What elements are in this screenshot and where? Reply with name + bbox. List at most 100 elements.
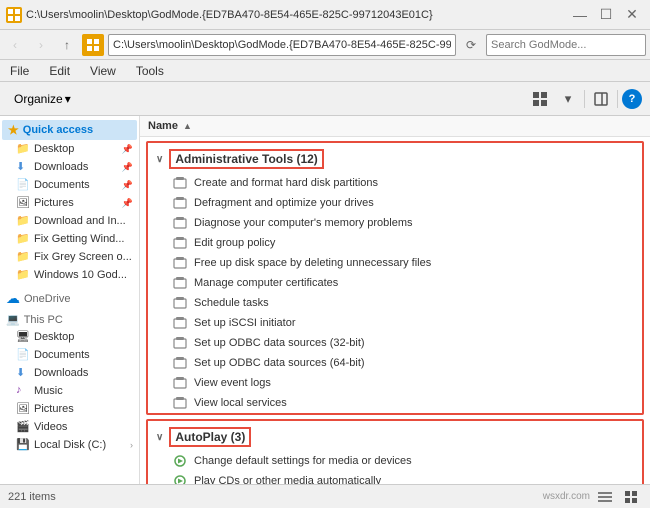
autoplay-icon-1 <box>172 453 188 469</box>
sidebar-item-pictures[interactable]: 🖼 Pictures 📌 <box>0 194 139 212</box>
admin-tools-section: ∨ Administrative Tools (12) Create and f… <box>140 141 650 415</box>
autoplay-header[interactable]: ∨ AutoPlay (3) <box>148 421 642 451</box>
sidebar-item-localdisk[interactable]: 💾 Local Disk (C:) › <box>0 436 139 454</box>
list-item[interactable]: View local services <box>148 393 642 413</box>
sidebar-item-label: Videos <box>34 421 133 433</box>
sort-arrow: ▲ <box>183 121 192 131</box>
quick-access-header[interactable]: ★ Quick access <box>2 120 137 140</box>
list-view-button[interactable] <box>594 488 616 506</box>
help-button[interactable]: ? <box>622 89 642 109</box>
menu-file[interactable]: File <box>6 62 33 80</box>
thispc-header[interactable]: 💻 This PC <box>0 309 139 328</box>
menu-edit[interactable]: Edit <box>45 62 74 80</box>
sidebar-item-fix-grey[interactable]: 📁 Fix Grey Screen o... <box>0 248 139 266</box>
doc-icon-2: 📄 <box>16 348 30 362</box>
pc-icon: 💻 <box>6 313 20 326</box>
list-item[interactable]: Set up ODBC data sources (32-bit) <box>148 333 642 353</box>
organize-label: Organize <box>14 92 63 106</box>
list-item[interactable]: Diagnose your computer's memory problems <box>148 213 642 233</box>
sidebar: ★ Quick access 📁 Desktop 📌 ⬇ Downloads 📌… <box>0 116 140 484</box>
folder-icon-2: 📁 <box>16 214 30 228</box>
desktop-icon: 🖥 <box>16 330 30 344</box>
minimize-button[interactable]: — <box>568 3 592 27</box>
sidebar-item-label: Downloads <box>34 367 133 379</box>
sidebar-item-documents[interactable]: 📄 Documents 📌 <box>0 176 139 194</box>
search-input[interactable] <box>486 34 646 56</box>
list-item[interactable]: Create and format hard disk partitions <box>148 173 642 193</box>
column-name-label: Name <box>148 120 178 132</box>
status-bar: 221 items wsxdr.com <box>0 484 650 508</box>
list-item[interactable]: Set up ODBC data sources (64-bit) <box>148 353 642 373</box>
image-icon-2: 🖼 <box>16 402 30 416</box>
tool-icon-11 <box>172 375 188 391</box>
list-item[interactable]: Set up iSCSI initiator <box>148 313 642 333</box>
music-icon: ♪ <box>16 384 30 398</box>
admin-tools-outline: ∨ Administrative Tools (12) Create and f… <box>146 141 644 415</box>
back-button[interactable]: ‹ <box>4 34 26 56</box>
tool-icon-3 <box>172 215 188 231</box>
list-item[interactable]: Free up disk space by deleting unnecessa… <box>148 253 642 273</box>
sidebar-item-pc-desktop[interactable]: 🖥 Desktop <box>0 328 139 346</box>
list-item[interactable]: View event logs <box>148 373 642 393</box>
folder-icon-5: 📁 <box>16 268 30 282</box>
file-name: Change default settings for media or dev… <box>194 455 634 467</box>
chevron-down-icon: ∨ <box>156 154 163 165</box>
up-button[interactable]: ↑ <box>56 34 78 56</box>
menu-view[interactable]: View <box>86 62 120 80</box>
expand-icon: › <box>130 440 133 450</box>
preview-pane-button[interactable] <box>589 87 613 111</box>
thispc-label: This PC <box>24 314 63 326</box>
sidebar-item-label: Windows 10 God... <box>34 269 133 281</box>
sidebar-item-desktop[interactable]: 📁 Desktop 📌 <box>0 140 139 158</box>
app-icon <box>6 7 22 23</box>
close-button[interactable]: ✕ <box>620 3 644 27</box>
onedrive-header[interactable]: ☁ OneDrive <box>0 286 139 309</box>
change-view-button[interactable] <box>528 87 552 111</box>
view-chevron-button[interactable]: ▾ <box>556 87 580 111</box>
sidebar-item-pc-music[interactable]: ♪ Music <box>0 382 139 400</box>
sidebar-item-pc-downloads[interactable]: ⬇ Downloads <box>0 364 139 382</box>
pin-icon-2: 📌 <box>122 162 133 173</box>
sidebar-item-win10god[interactable]: 📁 Windows 10 God... <box>0 266 139 284</box>
tiles-view-button[interactable] <box>620 488 642 506</box>
chevron-down-icon-2: ∨ <box>156 432 163 443</box>
forward-button[interactable]: › <box>30 34 52 56</box>
column-name[interactable]: Name ▲ <box>148 120 642 132</box>
tool-icon-9 <box>172 335 188 351</box>
sidebar-item-pc-documents[interactable]: 📄 Documents <box>0 346 139 364</box>
autoplay-section: ∨ AutoPlay (3) Change default settings f… <box>140 419 650 484</box>
address-bar: ‹ › ↑ ⟳ <box>0 30 650 60</box>
file-name: Edit group policy <box>194 237 634 249</box>
window-controls: — ☐ ✕ <box>568 3 644 27</box>
list-item[interactable]: Schedule tasks <box>148 293 642 313</box>
organize-button[interactable]: Organize ▾ <box>8 88 77 110</box>
file-list-header: Name ▲ <box>140 116 650 137</box>
address-input[interactable] <box>108 34 456 56</box>
file-name: Set up iSCSI initiator <box>194 317 634 329</box>
file-name: View event logs <box>194 377 634 389</box>
sidebar-item-pc-videos[interactable]: 🎬 Videos <box>0 418 139 436</box>
download-icon-2: ⬇ <box>16 366 30 380</box>
sidebar-item-pc-pictures[interactable]: 🖼 Pictures <box>0 400 139 418</box>
download-icon: ⬇ <box>16 160 30 174</box>
maximize-button[interactable]: ☐ <box>594 3 618 27</box>
file-name: Diagnose your computer's memory problems <box>194 217 634 229</box>
sidebar-item-downloads[interactable]: ⬇ Downloads 📌 <box>0 158 139 176</box>
sidebar-item-label: Documents <box>34 179 118 191</box>
sidebar-item-fix-getting[interactable]: 📁 Fix Getting Wind... <box>0 230 139 248</box>
list-item[interactable]: Manage computer certificates <box>148 273 642 293</box>
sidebar-item-label: Local Disk (C:) <box>34 439 126 451</box>
menu-tools[interactable]: Tools <box>132 62 168 80</box>
list-item[interactable]: Edit group policy <box>148 233 642 253</box>
title-bar: C:\Users\moolin\Desktop\GodMode.{ED7BA47… <box>0 0 650 30</box>
tool-icon-8 <box>172 315 188 331</box>
list-item[interactable]: Change default settings for media or dev… <box>148 451 642 471</box>
list-item[interactable]: Play CDs or other media automatically <box>148 471 642 484</box>
list-item[interactable]: Defragment and optimize your drives <box>148 193 642 213</box>
sidebar-item-download-in[interactable]: 📁 Download and In... <box>0 212 139 230</box>
file-name: Schedule tasks <box>194 297 634 309</box>
pin-icon: 📌 <box>122 144 133 155</box>
admin-tools-header[interactable]: ∨ Administrative Tools (12) <box>148 143 642 173</box>
refresh-button[interactable]: ⟳ <box>460 34 482 56</box>
menu-bar: File Edit View Tools <box>0 60 650 82</box>
